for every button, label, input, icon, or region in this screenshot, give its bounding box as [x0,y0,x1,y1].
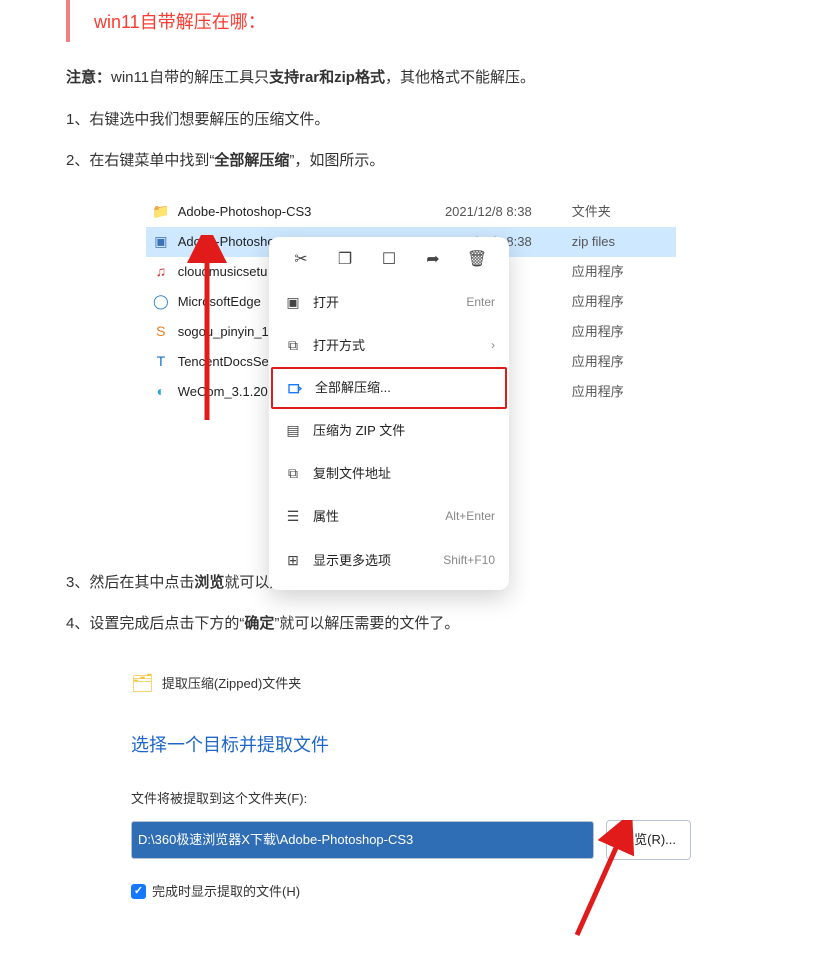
file-type: 应用程序 [542,378,670,405]
step-1: 1、右键选中我们想要解压的压缩文件。 [66,104,756,136]
share-icon[interactable]: ➦ [419,249,447,271]
browse-button[interactable]: 浏览(R)... [606,820,691,859]
note-mid: win11自带的解压工具只 [111,69,269,86]
app-icon: T [152,353,170,371]
context-menu-quickactions: ✂ ❐ ☐ ➦ 🗑 [269,245,509,281]
note-suffix: ，其他格式不能解压。 [385,69,535,86]
zip-icon: ▣ [152,233,170,251]
copy-icon[interactable]: ❐ [331,249,359,271]
show-files-checkbox-row[interactable]: ✓ 完成时显示提取的文件(H) [131,878,691,905]
zipped-folder-icon: 🗂 [131,665,154,703]
ctx-extract-all[interactable]: 全部解压缩... [271,367,507,408]
delete-icon[interactable]: 🗑 [463,249,491,271]
dialog-header: 🗂 提取压缩(Zipped)文件夹 [131,665,691,703]
step-4: 4、设置完成后点击下方的“确定”就可以解压需要的文件了。 [66,608,756,640]
zip-icon: ▤ [283,416,303,445]
ctx-compress-zip[interactable]: ▤ 压缩为 ZIP 文件 [269,409,509,452]
ctx-open[interactable]: ▣ 打开 Enter [269,281,509,324]
file-type: zip files [542,228,670,255]
open-with-icon: ⧉ [283,331,303,360]
ctx-open-with[interactable]: ⧉ 打开方式 › [269,324,509,367]
file-type: 应用程序 [542,258,670,285]
dialog-title: 选择一个目标并提取文件 [131,727,691,765]
note-prefix: 注意： [66,69,111,86]
paste-icon[interactable]: ☐ [375,249,403,271]
callout-title: win11自带解压在哪： [66,0,822,42]
open-icon: ▣ [283,288,303,317]
article-body: 注意：win11自带的解压工具只支持rar和zip格式，其他格式不能解压。 1、… [66,62,756,935]
dialog-header-text: 提取压缩(Zipped)文件夹 [162,670,301,697]
screenshot-context-menu: 📁 Adobe-Photoshop-CS3 2021/12/8 8:38 文件夹… [146,197,676,537]
app-icon: ♫ [152,263,170,281]
file-row[interactable]: 📁 Adobe-Photoshop-CS3 2021/12/8 8:38 文件夹 [146,197,676,227]
app-icon: ◐ [152,383,170,401]
context-menu: ✂ ❐ ☐ ➦ 🗑 ▣ 打开 Enter ⧉ 打开方式 › [269,237,509,591]
app-icon: S [152,323,170,341]
extract-icon [285,380,305,396]
ctx-properties[interactable]: ☰ 属性 Alt+Enter [269,495,509,538]
app-icon: ◯ [152,293,170,311]
properties-icon: ☰ [283,502,303,531]
file-type: 文件夹 [542,198,670,225]
folder-icon: 📁 [152,203,170,221]
ctx-more-options[interactable]: ⊞ 显示更多选项 Shift+F10 [269,539,509,582]
ctx-copy-path[interactable]: ⧉ 复制文件地址 [269,452,509,495]
screenshot-extract-dialog: 🗂 提取压缩(Zipped)文件夹 选择一个目标并提取文件 文件将被提取到这个文… [131,665,691,935]
file-date: 2021/12/8 8:38 [404,198,542,225]
cut-icon[interactable]: ✂ [287,249,315,271]
file-name: Adobe-Photoshop-CS3 [178,198,404,225]
chevron-right-icon: › [491,333,495,358]
step-2: 2、在右键菜单中找到“全部解压缩”，如图所示。 [66,145,756,177]
more-icon: ⊞ [283,546,303,575]
extract-path-input[interactable]: D:\360极速浏览器X下载\Adobe-Photoshop-CS3 [131,821,594,858]
path-icon: ⧉ [283,459,303,488]
file-type: 应用程序 [542,348,670,375]
dialog-path-label: 文件将被提取到这个文件夹(F): [131,785,691,812]
note-line: 注意：win11自带的解压工具只支持rar和zip格式，其他格式不能解压。 [66,62,756,94]
checkbox-checked-icon[interactable]: ✓ [131,884,146,899]
file-type: 应用程序 [542,318,670,345]
file-type: 应用程序 [542,288,670,315]
show-files-label: 完成时显示提取的文件(H) [152,878,300,905]
note-bold: 支持rar和zip格式 [269,69,385,86]
